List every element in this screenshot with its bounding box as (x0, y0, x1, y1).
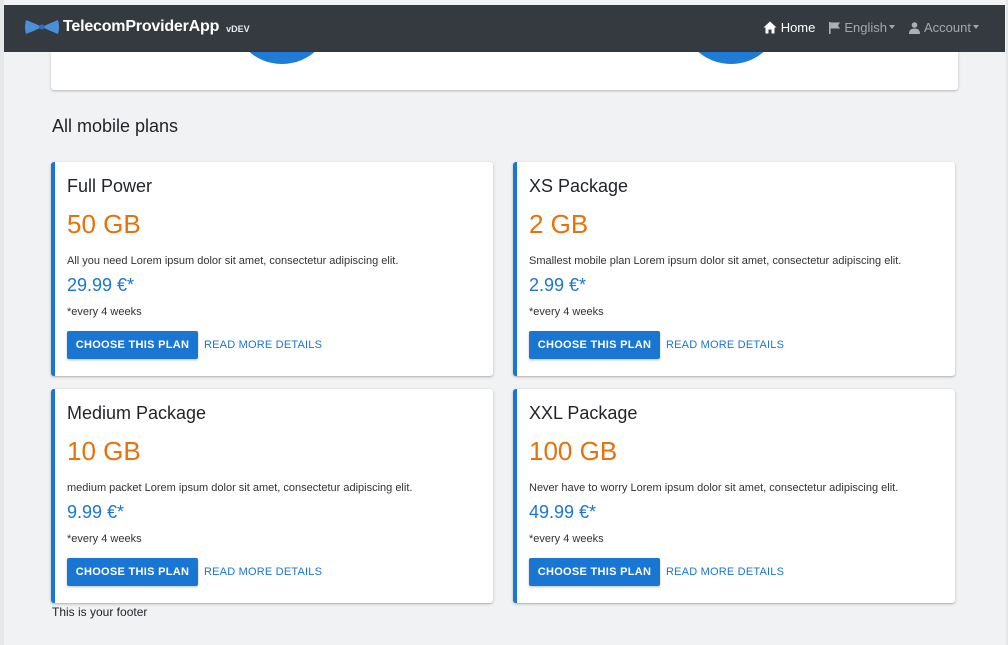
plan-price: 29.99 €* (67, 275, 135, 295)
plan-description: All you need Lorem ipsum dolor sit amet,… (67, 255, 399, 267)
hero-card (51, 52, 958, 90)
plan-description: Never have to worry Lorem ipsum dolor si… (529, 482, 899, 494)
plan-card: XXL Package 100 GB Never have to worry L… (513, 389, 955, 603)
hero-circle-graphic (232, 52, 332, 64)
nav-account-dropdown[interactable]: Account (909, 20, 979, 35)
plan-billing-period: *every 4 weeks (67, 533, 142, 545)
plan-title: Full Power (67, 176, 153, 196)
brand-name: TelecomProviderApp (63, 18, 220, 35)
home-icon (763, 21, 777, 34)
nav-items: Home English Account (749, 20, 979, 35)
caret-down-icon (973, 24, 979, 29)
plan-card: Full Power 50 GB All you need Lorem ipsu… (51, 162, 493, 376)
plan-data-volume: 100 GB (529, 436, 618, 466)
choose-plan-button[interactable]: Choose this plan (67, 558, 198, 586)
plan-title: Medium Package (67, 403, 207, 423)
page-footer: This is your footer (52, 605, 148, 619)
caret-down-icon (889, 24, 896, 29)
plan-data-volume: 50 GB (67, 209, 141, 239)
plan-title: XS Package (529, 176, 629, 196)
user-icon (909, 21, 921, 34)
plan-title: XXL Package (529, 403, 638, 423)
plan-data-volume: 2 GB (529, 209, 589, 239)
nav-home-label: Home (780, 20, 816, 35)
nav-language-label: English (844, 20, 888, 35)
plan-price: 9.99 €* (67, 502, 125, 522)
plan-card: XS Package 2 GB Smallest mobile plan Lor… (513, 162, 955, 376)
top-navbar: TelecomProviderApp vDEV Home English Acc… (4, 5, 1005, 52)
plan-description: medium packet Lorem ipsum dolor sit amet… (67, 482, 413, 494)
plan-price: 2.99 €* (529, 275, 587, 295)
read-more-details-link[interactable]: Read more details (204, 331, 322, 359)
plan-billing-period: *every 4 weeks (529, 533, 604, 545)
hero-circle-graphic (681, 52, 781, 64)
env-badge: vDEV (226, 24, 250, 34)
read-more-details-link[interactable]: Read more details (204, 558, 322, 586)
nav-home[interactable]: Home (763, 20, 816, 35)
plan-billing-period: *every 4 weeks (529, 306, 604, 318)
plan-billing-period: *every 4 weeks (67, 306, 142, 318)
section-title: All mobile plans (52, 116, 179, 136)
flag-icon (829, 21, 841, 34)
plan-price: 49.99 €* (529, 502, 597, 522)
choose-plan-button[interactable]: Choose this plan (529, 558, 660, 586)
choose-plan-button[interactable]: Choose this plan (529, 331, 660, 359)
nav-language-dropdown[interactable]: English (829, 20, 896, 35)
read-more-details-link[interactable]: Read more details (666, 558, 784, 586)
brand[interactable]: TelecomProviderApp vDEV (25, 18, 250, 36)
plan-data-volume: 10 GB (67, 436, 141, 466)
bowtie-logo-icon (25, 20, 59, 34)
read-more-details-link[interactable]: Read more details (666, 331, 784, 359)
plan-card: Medium Package 10 GB medium packet Lorem… (51, 389, 493, 603)
window-edge-left (0, 0, 4, 645)
choose-plan-button[interactable]: Choose this plan (67, 331, 198, 359)
plan-description: Smallest mobile plan Lorem ipsum dolor s… (529, 255, 902, 267)
nav-account-label: Account (924, 20, 971, 35)
